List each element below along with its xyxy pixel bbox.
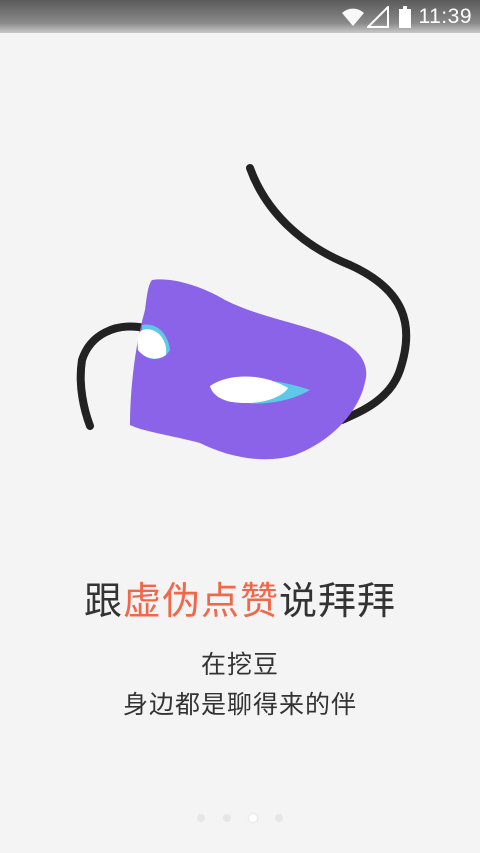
status-icons: 11:39	[341, 0, 473, 33]
page-dot-1[interactable]	[197, 814, 205, 822]
page-indicator[interactable]	[0, 814, 480, 822]
battery-icon	[398, 5, 411, 28]
cellular-signal-icon	[366, 5, 389, 28]
clock: 11:39	[418, 4, 472, 28]
wifi-icon	[341, 7, 365, 27]
headline-suffix: 说拜拜	[279, 579, 397, 623]
page-dot-2[interactable]	[223, 814, 231, 822]
headline: 跟虚伪点赞说拜拜	[0, 570, 480, 625]
subtitle-line-2: 身边都是聊得来的伴	[122, 690, 357, 719]
mask-illustration	[60, 150, 440, 480]
headline-highlight: 虚伪点赞	[122, 579, 279, 623]
page-dot-4[interactable]	[275, 814, 283, 822]
mask-body	[130, 279, 367, 460]
subtitle-line-1: 在挖豆	[200, 650, 279, 679]
status-bar: 11:39	[0, 0, 480, 33]
headline-prefix: 跟	[83, 579, 123, 623]
page-dot-3[interactable]	[249, 814, 257, 822]
